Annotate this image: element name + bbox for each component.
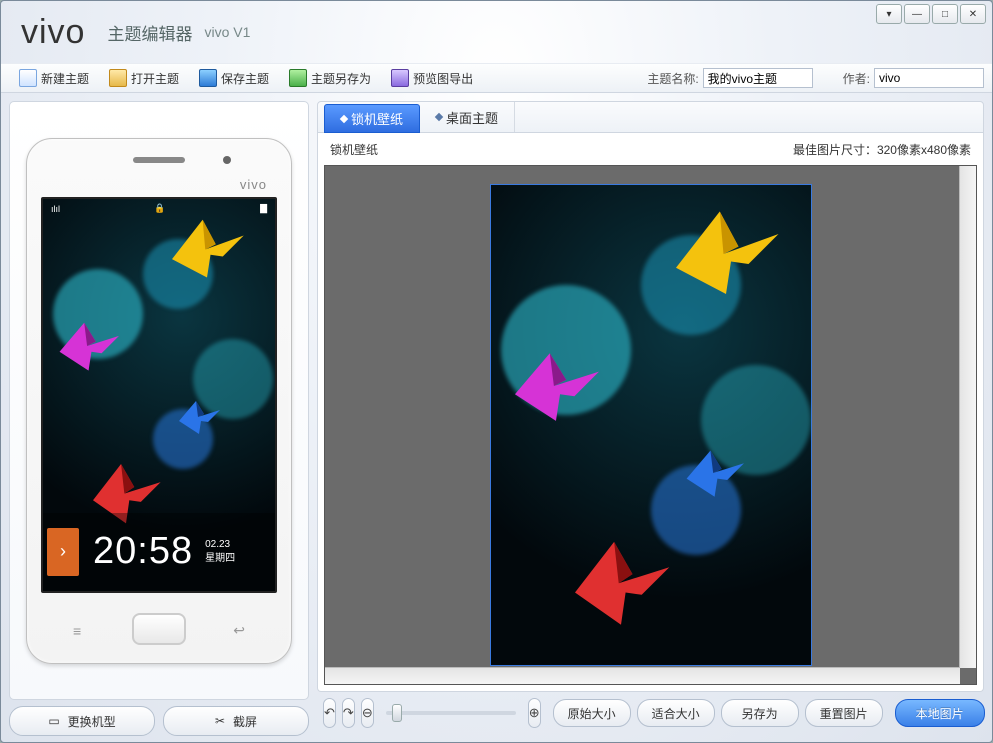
menu-softkey-icon: ≡ bbox=[73, 623, 81, 639]
phone-status-bar: ılıl 🔒 ▇ bbox=[43, 199, 275, 219]
screenshot-label: 截屏 bbox=[233, 713, 257, 730]
zoom-in-button[interactable]: ⊕ bbox=[528, 698, 541, 728]
reset-image-button[interactable]: 重置图片 bbox=[805, 699, 883, 727]
original-size-button[interactable]: 原始大小 bbox=[553, 699, 631, 727]
lockscreen-clock-bar: › 20:58 02.23 星期四 bbox=[43, 513, 275, 591]
home-button bbox=[132, 613, 186, 645]
vivo-logo: vivo bbox=[21, 13, 85, 52]
section-label: 锁机壁纸 bbox=[330, 141, 378, 158]
content-header: 锁机壁纸 最佳图片尺寸：320像素x480像素 bbox=[318, 133, 983, 161]
clock-weekday: 星期四 bbox=[205, 552, 235, 566]
phone-preview-frame: vivo bbox=[9, 101, 309, 700]
zoom-out-button[interactable]: ⊖ bbox=[361, 698, 374, 728]
open-theme-label: 打开主题 bbox=[131, 70, 179, 87]
app-subtitle: vivo V1 bbox=[204, 24, 250, 40]
tab-desktop-label: 桌面主题 bbox=[446, 108, 498, 127]
editor-panel: 锁机壁纸 桌面主题 锁机壁纸 最佳图片尺寸：320像素x480像素 bbox=[317, 101, 984, 734]
fit-size-button[interactable]: 适合大小 bbox=[637, 699, 715, 727]
new-icon bbox=[19, 69, 37, 87]
clock-date-block: 02.23 星期四 bbox=[205, 538, 235, 566]
phone-screen: ılıl 🔒 ▇ › 20:58 02.23 星期四 bbox=[41, 197, 277, 593]
back-softkey-icon: ↩ bbox=[233, 622, 245, 639]
theme-name-input[interactable] bbox=[703, 68, 813, 88]
phone-icon: ▭ bbox=[48, 714, 59, 728]
open-theme-button[interactable]: 打开主题 bbox=[99, 64, 189, 92]
save-theme-label: 保存主题 bbox=[221, 70, 269, 87]
undo-button[interactable]: ↶ bbox=[323, 698, 336, 728]
earpiece bbox=[133, 157, 185, 163]
sensor-dot bbox=[223, 156, 231, 164]
minimize-button[interactable]: — bbox=[904, 4, 930, 24]
diamond-icon bbox=[435, 113, 443, 121]
canvas-area[interactable] bbox=[324, 165, 977, 685]
content-box: 锁机壁纸 最佳图片尺寸：320像素x480像素 bbox=[317, 133, 984, 692]
phone-preview-panel: vivo bbox=[9, 101, 309, 734]
phone-brand-label: vivo bbox=[240, 177, 267, 192]
crop-icon: ✂ bbox=[215, 714, 225, 728]
author-input[interactable] bbox=[874, 68, 984, 88]
new-theme-label: 新建主题 bbox=[41, 70, 89, 87]
dropdown-button[interactable]: ▾ bbox=[876, 4, 902, 24]
app-window: vivo 主题编辑器 vivo V1 ▾ — □ ✕ 新建主题 打开主题 保存主… bbox=[0, 0, 993, 743]
export-icon bbox=[391, 69, 409, 87]
lock-icon: 🔒 bbox=[154, 203, 165, 214]
best-size-label: 最佳图片尺寸：320像素x480像素 bbox=[793, 141, 971, 158]
wallpaper-canvas[interactable] bbox=[490, 184, 812, 666]
clock-time: 20:58 bbox=[93, 530, 193, 573]
screenshot-button[interactable]: ✂ 截屏 bbox=[163, 706, 309, 736]
zoom-slider[interactable] bbox=[386, 711, 516, 715]
clock-date: 02.23 bbox=[205, 538, 235, 552]
change-model-label: 更换机型 bbox=[68, 713, 116, 730]
phone-action-row: ▭ 更换机型 ✂ 截屏 bbox=[9, 706, 309, 734]
main-area: vivo bbox=[1, 93, 992, 742]
save-icon bbox=[199, 69, 217, 87]
theme-name-label: 主题名称: bbox=[647, 70, 698, 87]
titlebar: vivo 主题编辑器 vivo V1 ▾ — □ ✕ bbox=[1, 1, 992, 63]
close-button[interactable]: ✕ bbox=[960, 4, 986, 24]
save-as-label: 主题另存为 bbox=[311, 70, 371, 87]
unlock-slider: › bbox=[47, 528, 79, 576]
save-as-button[interactable]: 主题另存为 bbox=[279, 64, 381, 92]
folder-icon bbox=[109, 69, 127, 87]
author-label: 作者: bbox=[843, 70, 870, 87]
save-as-icon bbox=[289, 69, 307, 87]
battery-icon: ▇ bbox=[260, 203, 267, 214]
zoom-thumb[interactable] bbox=[392, 704, 402, 722]
tab-bar: 锁机壁纸 桌面主题 bbox=[317, 101, 984, 133]
local-image-button[interactable]: 本地图片 bbox=[895, 699, 985, 727]
maximize-button[interactable]: □ bbox=[932, 4, 958, 24]
change-model-button[interactable]: ▭ 更换机型 bbox=[9, 706, 155, 736]
tab-lock-wallpaper[interactable]: 锁机壁纸 bbox=[324, 104, 420, 133]
phone-mockup: vivo bbox=[26, 138, 292, 664]
horizontal-scrollbar[interactable] bbox=[325, 667, 960, 684]
signal-icon: ılıl bbox=[51, 204, 60, 214]
new-theme-button[interactable]: 新建主题 bbox=[9, 64, 99, 92]
window-controls: ▾ — □ ✕ bbox=[876, 4, 986, 24]
app-title: 主题编辑器 bbox=[107, 20, 192, 45]
export-preview-button[interactable]: 预览图导出 bbox=[381, 64, 483, 92]
vertical-scrollbar[interactable] bbox=[959, 166, 976, 668]
tab-desktop-theme[interactable]: 桌面主题 bbox=[420, 102, 515, 132]
save-theme-button[interactable]: 保存主题 bbox=[189, 64, 279, 92]
tab-lock-label: 锁机壁纸 bbox=[351, 109, 403, 128]
export-preview-label: 预览图导出 bbox=[413, 70, 473, 87]
wallpaper-art-large bbox=[491, 185, 811, 665]
diamond-icon bbox=[340, 114, 348, 122]
redo-button[interactable]: ↷ bbox=[342, 698, 355, 728]
toolbar: 新建主题 打开主题 保存主题 主题另存为 预览图导出 主题名称: 作者: bbox=[1, 63, 992, 93]
save-as-image-button[interactable]: 另存为 bbox=[721, 699, 799, 727]
image-toolbar: ↶ ↷ ⊖ ⊕ 原始大小 适合大小 另存为 重置图片 本地图片 bbox=[317, 692, 984, 734]
